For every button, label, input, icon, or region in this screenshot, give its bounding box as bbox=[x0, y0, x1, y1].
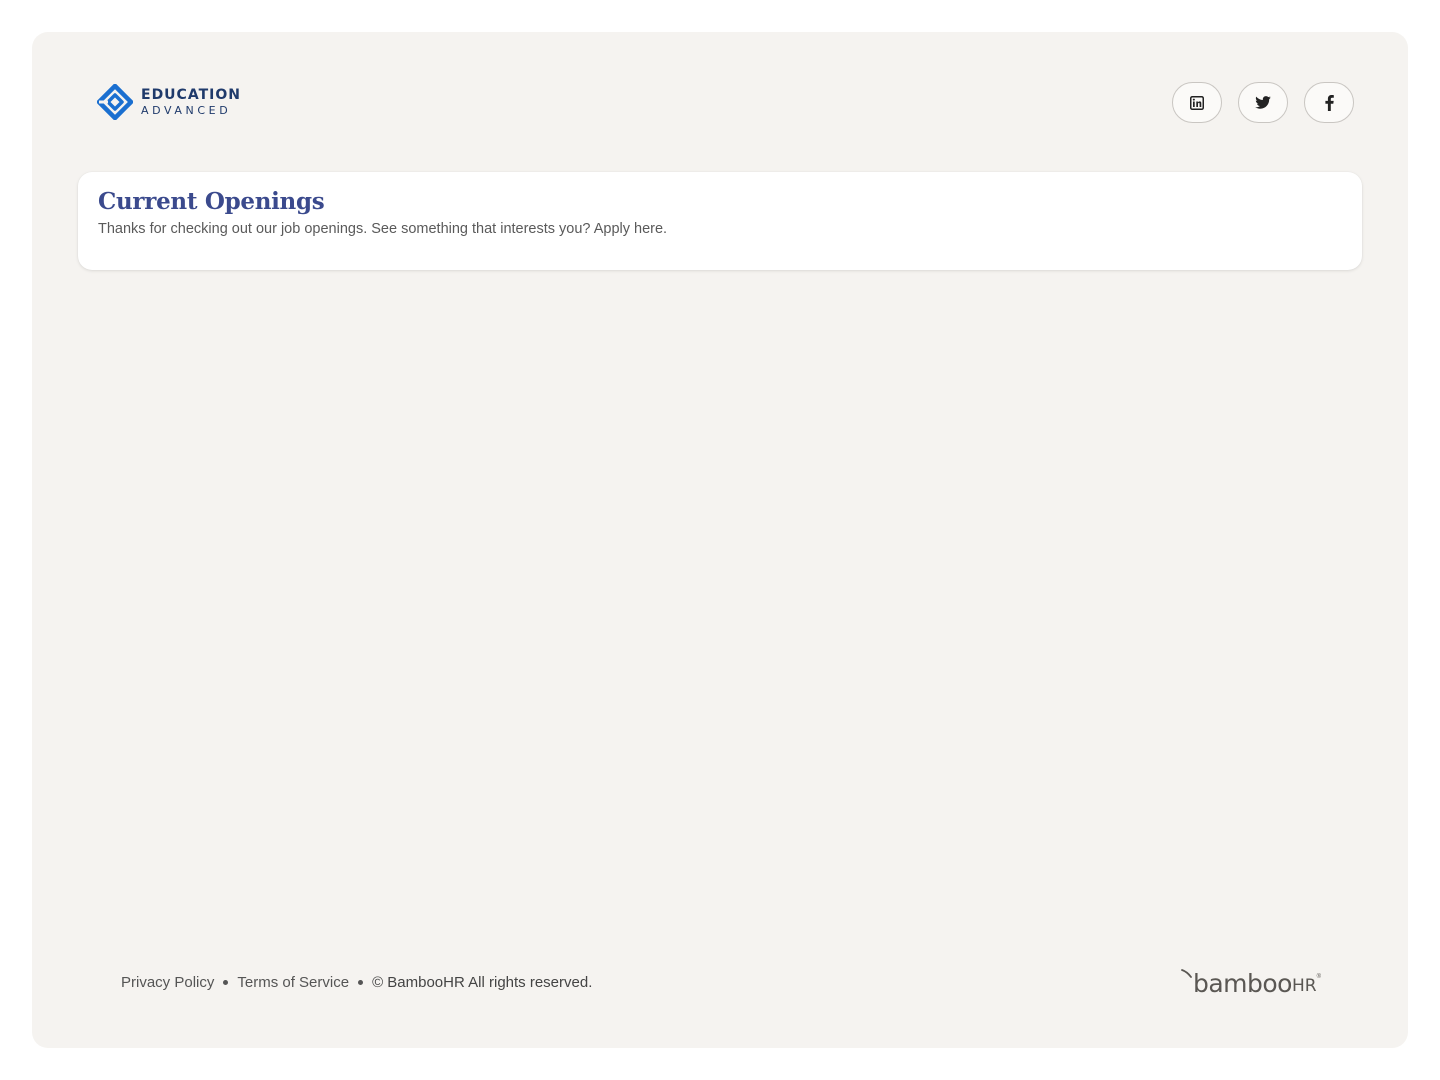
privacy-policy-link[interactable]: Privacy Policy bbox=[121, 974, 214, 991]
twitter-button[interactable] bbox=[1238, 82, 1288, 123]
facebook-button[interactable] bbox=[1304, 82, 1354, 123]
logo-line-2: ADVANCED bbox=[141, 104, 232, 117]
page-subtitle: Thanks for checking out our job openings… bbox=[98, 221, 668, 237]
separator-dot bbox=[358, 980, 364, 985]
footer: Privacy Policy Terms of Service © Bamboo… bbox=[121, 968, 1321, 1000]
logo-line-1: EDUCATION bbox=[141, 87, 241, 103]
logo-text: EDUCATION ADVANCED bbox=[141, 88, 241, 116]
bamboo-wordmark: bamboo bbox=[1192, 969, 1293, 998]
logo-diamond-icon bbox=[96, 83, 134, 121]
linkedin-button[interactable] bbox=[1172, 82, 1222, 123]
terms-of-service-link[interactable]: Terms of Service bbox=[237, 974, 349, 991]
bamboohr-logo[interactable]: bamboo HR ® bbox=[1181, 968, 1321, 996]
linkedin-icon bbox=[1190, 95, 1204, 110]
company-logo[interactable]: EDUCATION ADVANCED bbox=[96, 82, 241, 122]
facebook-icon bbox=[1324, 94, 1334, 111]
header: EDUCATION ADVANCED bbox=[96, 82, 1354, 123]
openings-card: Current Openings Thanks for checking out… bbox=[78, 172, 1362, 270]
separator-dot bbox=[223, 980, 229, 985]
page-title: Current Openings bbox=[98, 188, 325, 215]
hr-wordmark: HR bbox=[1291, 976, 1317, 996]
footer-links: Privacy Policy Terms of Service © Bamboo… bbox=[121, 974, 592, 991]
twitter-icon bbox=[1255, 96, 1271, 109]
copyright-text: © BambooHR All rights reserved. bbox=[372, 974, 593, 991]
bamboo-leaf-icon bbox=[1181, 969, 1192, 978]
trademark-icon: ® bbox=[1316, 974, 1321, 980]
page-frame: EDUCATION ADVANCED Current Openings Than… bbox=[32, 32, 1408, 1048]
social-links bbox=[1172, 82, 1354, 123]
